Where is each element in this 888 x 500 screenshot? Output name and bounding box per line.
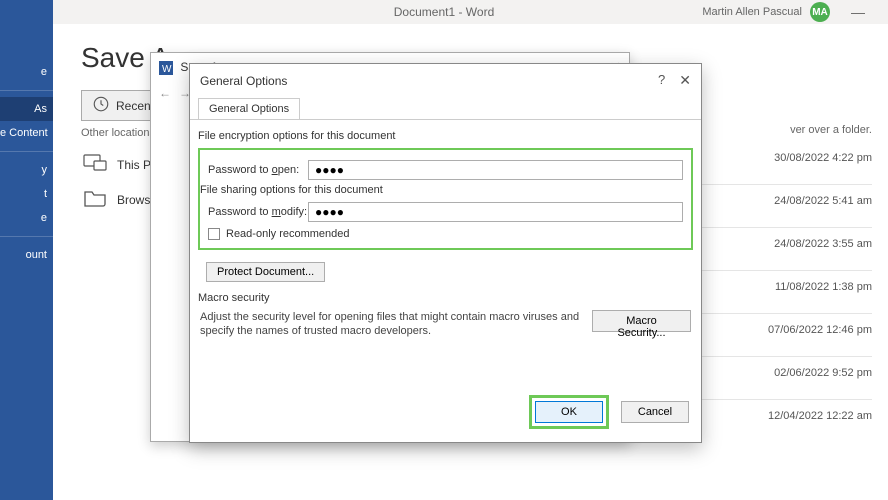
nav-back-icon[interactable]: ← <box>159 86 171 100</box>
cancel-button[interactable]: Cancel <box>621 401 689 423</box>
ok-button[interactable]: OK <box>535 401 603 423</box>
user-name[interactable]: Martin Allen Pascual <box>702 6 802 18</box>
backstage-nav: e As e Content y t e ount <box>0 0 53 500</box>
password-modify-label: Password to modify: <box>208 206 308 218</box>
avatar[interactable]: MA <box>810 2 830 22</box>
help-button[interactable]: ? <box>658 72 665 89</box>
sharing-section-heading: File sharing options for this document <box>200 184 683 196</box>
folder-date: 24/08/2022 5:41 am <box>774 195 872 207</box>
folder-date: 07/06/2022 12:46 pm <box>768 324 872 336</box>
minimize-button[interactable]: — <box>838 4 878 20</box>
nav-item[interactable]: t <box>0 182 53 206</box>
pc-icon <box>83 153 107 176</box>
general-options-title: General Options <box>200 74 287 88</box>
password-open-input[interactable] <box>308 160 683 180</box>
clock-icon <box>92 95 110 116</box>
protect-document-button[interactable]: Protect Document... <box>206 262 325 282</box>
folder-date: 11/08/2022 1:38 pm <box>775 281 872 293</box>
checkbox-icon[interactable] <box>208 228 220 240</box>
folder-date: 30/08/2022 4:22 pm <box>774 152 872 164</box>
document-title: Document1 - Word <box>394 5 494 19</box>
macro-description: Adjust the security level for opening fi… <box>200 310 580 339</box>
recent-label: Recent <box>116 99 154 113</box>
nav-item-save-as[interactable]: As <box>0 97 53 121</box>
macro-security-button[interactable]: Macro Security... <box>592 310 691 332</box>
nav-item[interactable]: e Content <box>0 121 53 145</box>
ok-highlight: OK <box>529 395 609 429</box>
readonly-checkbox-row[interactable]: Read-only recommended <box>208 228 683 240</box>
nav-item[interactable]: e <box>0 206 53 230</box>
svg-text:W: W <box>162 64 172 75</box>
password-modify-input[interactable] <box>308 202 683 222</box>
folder-open-icon <box>83 188 107 211</box>
general-options-dialog: General Options ? ✕ General Options File… <box>189 63 702 443</box>
nav-item[interactable]: y <box>0 158 53 182</box>
folder-date: 24/08/2022 3:55 am <box>774 238 872 250</box>
folder-date: 02/06/2022 9:52 pm <box>774 367 872 379</box>
title-bar: Document1 - Word Martin Allen Pascual MA… <box>0 0 888 24</box>
folder-date: 12/04/2022 12:22 am <box>768 410 872 422</box>
readonly-label: Read-only recommended <box>226 228 350 240</box>
encryption-section-heading: File encryption options for this documen… <box>198 130 693 142</box>
nav-item[interactable]: ount <box>0 243 53 267</box>
password-open-label: Password to open: <box>208 164 308 176</box>
word-icon: W <box>159 61 173 75</box>
close-button[interactable]: ✕ <box>679 72 691 89</box>
nav-item[interactable]: e <box>0 60 53 84</box>
highlighted-fields: Password to open: File sharing options f… <box>198 148 693 250</box>
macro-section-heading: Macro security <box>198 292 693 304</box>
tab-general-options[interactable]: General Options <box>198 98 300 120</box>
